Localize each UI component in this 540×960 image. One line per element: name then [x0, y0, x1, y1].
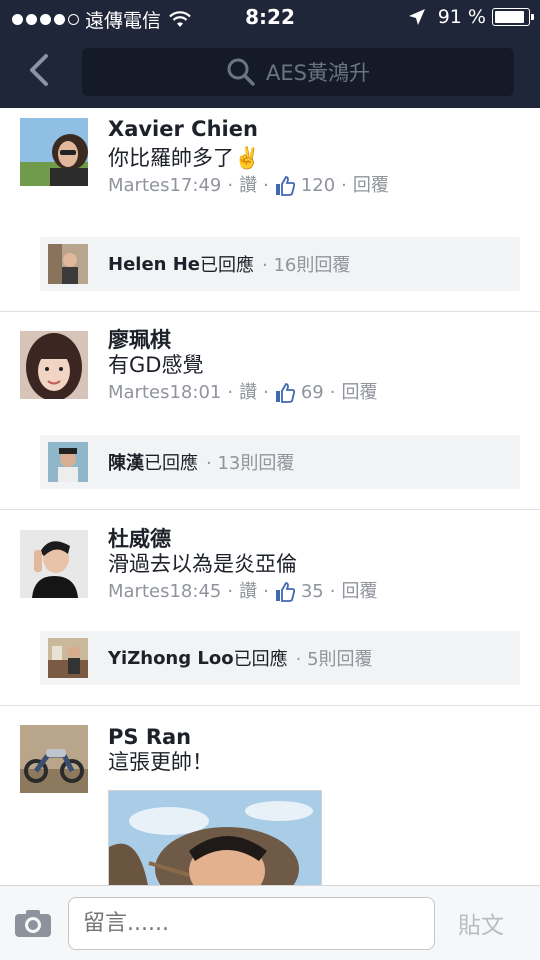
location-arrow-icon — [408, 9, 425, 25]
comment-input[interactable] — [68, 897, 435, 950]
reply-count: · 13則回覆 — [206, 453, 295, 474]
like-button[interactable]: 讚 — [239, 381, 257, 405]
commenter-avatar[interactable] — [20, 530, 88, 598]
top-bar: 遠傳電信 8:22 91 % AES黃鴻升 — [0, 0, 540, 108]
divider — [0, 311, 540, 312]
battery-percent: 91 % — [437, 6, 486, 28]
comment-body: 廖珮棋 有GD感覺 Martes18:01 · 讚 · 69 · 回覆 — [108, 327, 530, 405]
reply-action: 已回應 — [144, 453, 198, 474]
reply-button[interactable]: 回覆 — [341, 381, 377, 405]
comment-text: 你比羅帥多了✌️ — [108, 146, 261, 170]
comment-meta: Martes17:49 · 讚 · 120 · 回覆 — [108, 174, 389, 198]
comment-text: 滑過去以為是炎亞倫 — [108, 552, 297, 576]
thumbs-up-icon — [275, 176, 295, 196]
like-button[interactable]: 讚 — [239, 580, 257, 604]
status-bar: 遠傳電信 8:22 91 % — [0, 0, 540, 36]
like-count[interactable]: 35 — [301, 580, 324, 604]
back-button[interactable] — [20, 50, 56, 90]
like-count[interactable]: 69 — [301, 381, 324, 405]
post-button[interactable]: 貼文 — [458, 906, 504, 940]
divider — [0, 705, 540, 706]
reply-preview[interactable]: Helen He 已回應 · 16則回覆 — [40, 237, 520, 291]
like-button[interactable]: 讚 — [239, 174, 257, 198]
reply-action: 已回應 — [233, 649, 288, 670]
comment-text: 這張更帥！ — [108, 750, 213, 774]
reply-action: 已回應 — [200, 255, 255, 276]
reply-button[interactable]: 回覆 — [341, 580, 377, 604]
commenter-avatar[interactable] — [20, 331, 88, 399]
reply-avatar — [48, 638, 88, 678]
chevron-left-icon — [30, 54, 48, 86]
reply-avatar — [48, 442, 88, 482]
reply-preview[interactable]: YiZhong Loo 已回應 · 5則回覆 — [40, 631, 520, 685]
commenter-avatar[interactable] — [20, 118, 88, 186]
reply-avatar — [48, 244, 88, 284]
reply-count: · 16則回覆 — [262, 255, 351, 276]
like-count[interactable]: 120 — [301, 174, 335, 198]
comment-photo[interactable] — [108, 790, 322, 890]
commenter-name[interactable]: PS Ran — [108, 724, 530, 750]
status-right: 91 % — [408, 6, 534, 28]
comment-time: Martes18:45 — [108, 581, 222, 602]
search-query: AES黃鴻升 — [266, 61, 370, 85]
reply-preview[interactable]: 陳漢 已回應 · 13則回覆 — [40, 435, 520, 489]
comment-text: 有GD感覺 — [108, 353, 204, 377]
search-icon — [227, 58, 255, 86]
reply-author: 陳漢 — [108, 453, 144, 474]
comment-time: Martes18:01 — [108, 382, 222, 403]
commenter-avatar[interactable] — [20, 725, 88, 793]
camera-button[interactable] — [14, 908, 52, 942]
commenter-name[interactable]: Xavier Chien — [108, 116, 530, 142]
reply-count: · 5則回覆 — [295, 649, 373, 670]
commenter-name[interactable]: 廖珮棋 — [108, 327, 530, 353]
commenter-name[interactable]: 杜威德 — [108, 526, 530, 552]
divider — [0, 509, 540, 510]
reply-author: YiZhong Loo — [108, 647, 234, 669]
thumbs-up-icon — [275, 383, 295, 403]
camera-icon — [15, 910, 51, 937]
comment-meta: Martes18:01 · 讚 · 69 · 回覆 — [108, 381, 378, 405]
comment-body: PS Ran 這張更帥！ — [108, 724, 530, 776]
battery-icon — [492, 8, 534, 26]
search-bar[interactable]: AES黃鴻升 — [82, 48, 514, 96]
comment-composer: 貼文 — [0, 885, 540, 960]
reply-author: Helen He — [108, 253, 201, 275]
comment-body: 杜威德 滑過去以為是炎亞倫 Martes18:45 · 讚 · 35 · 回覆 — [108, 526, 530, 604]
comment-body: Xavier Chien 你比羅帥多了✌️ Martes17:49 · 讚 · … — [108, 116, 530, 198]
comment-time: Martes17:49 — [108, 175, 222, 196]
reply-button[interactable]: 回覆 — [353, 174, 389, 198]
thumbs-up-icon — [275, 582, 295, 602]
comment-meta: Martes18:45 · 讚 · 35 · 回覆 — [108, 580, 378, 604]
